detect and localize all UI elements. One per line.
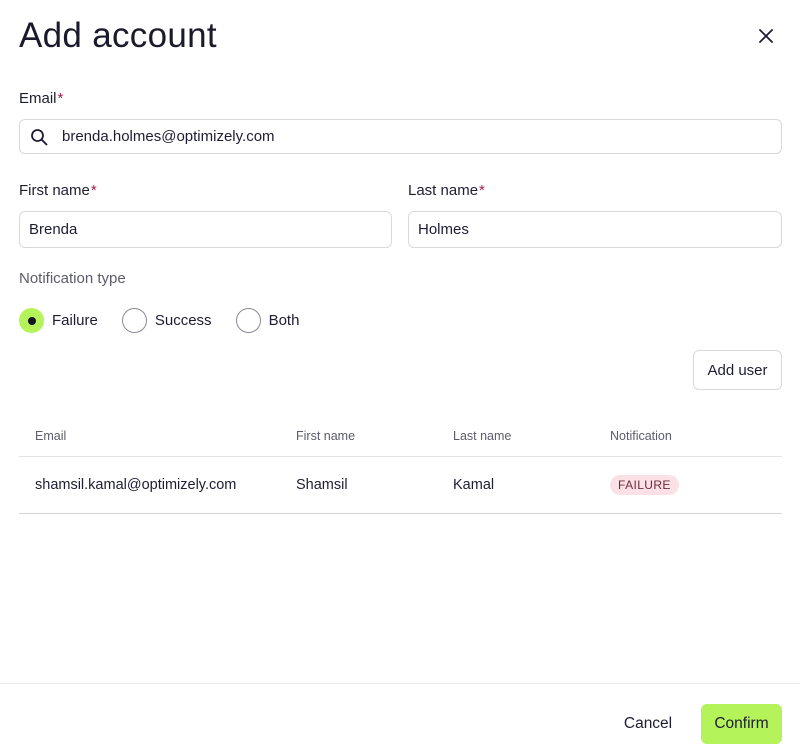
last-name-input[interactable]	[418, 221, 781, 238]
last-name-field[interactable]	[408, 211, 782, 248]
confirm-button[interactable]: Confirm	[701, 704, 782, 744]
header-notification: Notification	[610, 428, 672, 443]
required-mark: *	[57, 90, 64, 107]
notification-type-label: Notification type	[19, 270, 126, 287]
email-label: Email*	[19, 90, 63, 107]
users-table: Email First name Last name Notification …	[19, 415, 782, 514]
radio-circle[interactable]	[235, 308, 261, 333]
header-last-name: Last name	[453, 428, 512, 443]
footer-divider	[0, 683, 800, 684]
required-mark: *	[479, 182, 485, 199]
cell-email: shamsil.kamal@optimizely.com	[35, 477, 237, 493]
cancel-button[interactable]: Cancel	[610, 704, 686, 744]
radio-label: Failure	[52, 312, 98, 329]
radio-circle[interactable]	[19, 308, 44, 333]
radio-failure[interactable]: Failure	[19, 308, 98, 333]
last-name-label-text: Last name	[408, 182, 479, 199]
notification-type-radio-group: Failure Success Both	[19, 308, 323, 333]
header-first-name: First name	[296, 428, 356, 443]
email-field[interactable]	[19, 119, 782, 154]
close-icon	[759, 29, 773, 43]
cell-first-name: Shamsil	[296, 477, 348, 493]
add-user-button[interactable]: Add user	[693, 350, 782, 390]
header-email: Email	[35, 428, 67, 443]
email-label-text: Email	[19, 90, 57, 107]
first-name-input[interactable]	[29, 221, 391, 238]
cell-notification: FAILURE	[610, 475, 679, 495]
radio-dot	[27, 316, 36, 325]
add-account-dialog: Add account Email* First name* Last name…	[0, 0, 800, 755]
radio-label: Both	[268, 312, 300, 329]
dialog-title: Add account	[19, 16, 217, 55]
first-name-label: First name*	[19, 182, 97, 199]
radio-circle[interactable]	[121, 308, 147, 333]
status-badge: FAILURE	[610, 475, 679, 495]
table-row: shamsil.kamal@optimizely.com Shamsil Kam…	[19, 457, 782, 514]
radio-success[interactable]: Success	[121, 308, 212, 333]
required-mark: *	[90, 182, 97, 199]
last-name-label: Last name*	[408, 182, 485, 199]
table-header: Email First name Last name Notification	[19, 415, 782, 457]
search-icon	[31, 129, 48, 146]
first-name-label-text: First name	[19, 182, 90, 199]
radio-both[interactable]: Both	[235, 308, 300, 333]
radio-label: Success	[154, 312, 212, 329]
email-input[interactable]	[62, 128, 781, 145]
first-name-field[interactable]	[19, 211, 392, 248]
close-button[interactable]	[752, 22, 780, 50]
cell-last-name: Kamal	[453, 477, 495, 493]
